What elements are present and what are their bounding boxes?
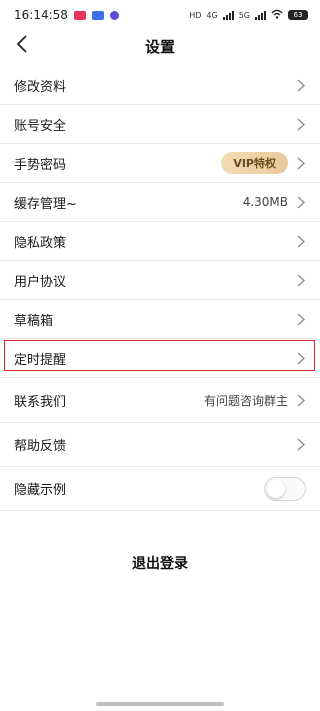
settings-item-label: 隐私政策 — [14, 235, 67, 251]
toggle-knob — [267, 479, 285, 498]
settings-item-gesture-password[interactable]: 手势密码 VIP特权 — [0, 144, 320, 183]
status-bar: 16:14:58 HD 4G 5G 63 — [0, 0, 320, 30]
chevron-left-icon — [16, 35, 28, 57]
chevron-right-icon — [296, 195, 306, 209]
signal-icon — [222, 10, 234, 20]
settings-item-label: 联系我们 — [14, 394, 67, 410]
app-notification-icon — [109, 10, 119, 20]
chevron-right-icon — [296, 234, 306, 248]
page-title: 设置 — [144, 37, 175, 56]
wifi-icon — [271, 9, 283, 21]
settings-list: 修改资料 账号安全 手势密码 VIP特权 缓存管理~ 4.30MB 隐私政策 用… — [0, 66, 320, 511]
settings-item-label: 用户协议 — [14, 274, 67, 290]
app-notification-icon — [73, 10, 86, 20]
vip-badge: VIP特权 — [221, 152, 288, 174]
battery-level: 63 — [293, 11, 303, 19]
app-notification-icon — [91, 10, 104, 20]
signal-icon — [255, 10, 266, 20]
chevron-right-icon — [296, 312, 306, 326]
chevron-right-icon — [296, 438, 306, 452]
settings-item-label: 帮助反馈 — [14, 439, 67, 454]
chevron-right-icon — [296, 117, 306, 131]
chevron-right-icon — [296, 156, 306, 170]
back-button[interactable] — [10, 34, 34, 58]
network-5g-label: 5G — [238, 10, 250, 20]
settings-item-privacy-policy[interactable]: 隐私政策 — [0, 222, 320, 261]
settings-item-edit-profile[interactable]: 修改资料 — [0, 66, 320, 105]
header: 设置 — [0, 30, 320, 62]
settings-item-label: 账号安全 — [14, 118, 67, 134]
settings-item-scheduled-reminder[interactable]: 定时提醒 — [0, 339, 320, 378]
hide-example-toggle[interactable] — [264, 476, 306, 501]
settings-item-hide-example: 隐藏示例 — [0, 467, 320, 511]
settings-item-label: 隐藏示例 — [14, 483, 67, 498]
settings-item-user-agreement[interactable]: 用户协议 — [0, 261, 320, 300]
status-left: 16:14:58 — [14, 8, 119, 22]
settings-item-account-security[interactable]: 账号安全 — [0, 105, 320, 144]
settings-item-label: 草稿箱 — [14, 313, 54, 329]
chevron-right-icon — [296, 393, 306, 407]
settings-item-help-feedback[interactable]: 帮助反馈 — [0, 423, 320, 467]
home-indicator[interactable] — [96, 702, 224, 706]
hd-label: HD — [189, 10, 202, 20]
cache-size-value: 4.30MB — [242, 195, 288, 209]
network-4g-label: 4G — [206, 10, 218, 20]
chevron-right-icon — [296, 351, 306, 365]
status-time: 16:14:58 — [14, 8, 68, 22]
settings-item-label: 手势密码 — [14, 157, 67, 173]
settings-item-label: 定时提醒 — [14, 352, 67, 368]
settings-item-label: 缓存管理~ — [14, 196, 77, 212]
status-right: HD 4G 5G 63 — [189, 9, 308, 21]
contact-value: 有问题咨询群主 — [203, 393, 288, 408]
settings-item-drafts[interactable]: 草稿箱 — [0, 300, 320, 339]
settings-item-label: 修改资料 — [14, 79, 67, 95]
chevron-right-icon — [296, 78, 306, 92]
settings-item-contact-us[interactable]: 联系我们 有问题咨询群主 — [0, 378, 320, 423]
battery-icon: 63 — [288, 10, 308, 20]
settings-item-cache[interactable]: 缓存管理~ 4.30MB — [0, 183, 320, 222]
chevron-right-icon — [296, 273, 306, 287]
logout-button[interactable]: 退出登录 — [0, 545, 320, 581]
